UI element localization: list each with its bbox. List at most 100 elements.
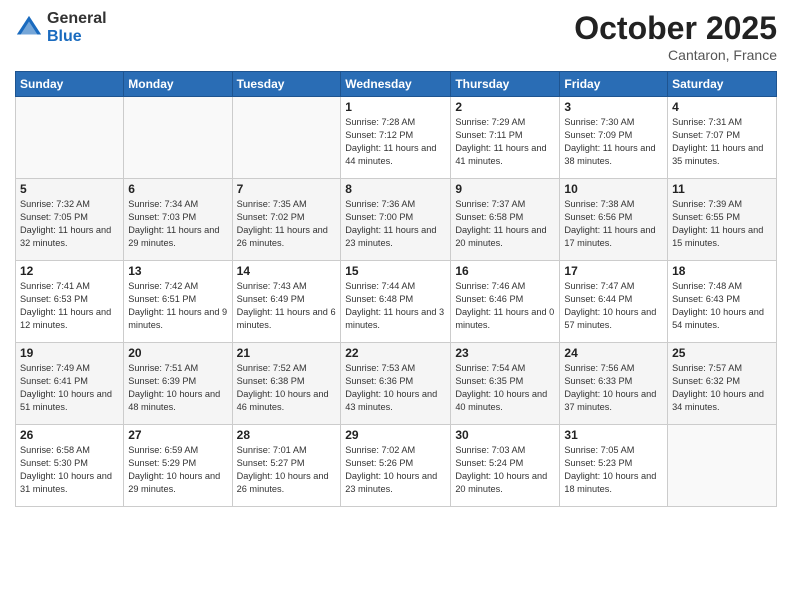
calendar-cell (232, 97, 341, 179)
day-number: 21 (237, 346, 337, 360)
calendar-cell: 28 Sunrise: 7:01 AM Sunset: 5:27 PM Dayli… (232, 425, 341, 507)
col-saturday: Saturday (668, 72, 777, 97)
calendar-cell: 3Sunrise: 7:30 AM Sunset: 7:09 PM Daylig… (560, 97, 668, 179)
day-info: Sunrise: 7:03 AM Sunset: 5:24 PM Dayligh… (455, 444, 555, 496)
calendar-cell: 31 Sunrise: 7:05 AM Sunset: 5:23 PM Dayli… (560, 425, 668, 507)
day-number: 25 (672, 346, 772, 360)
calendar-cell: 12 Sunrise: 7:41 AM Sunset: 6:53 PM Dayli… (16, 261, 124, 343)
calendar-cell (668, 425, 777, 507)
day-number: 17 (564, 264, 663, 278)
day-info: Sunrise: 7:39 AM Sunset: 6:55 PM Dayligh… (672, 198, 772, 250)
page: General Blue October 2025 Cantaron, Fran… (0, 0, 792, 612)
day-info: Sunrise: 7:49 AM Sunset: 6:41 PM Dayligh… (20, 362, 119, 414)
day-info: Sunrise: 7:02 AM Sunset: 5:26 PM Dayligh… (345, 444, 446, 496)
title-block: October 2025 Cantaron, France (574, 10, 777, 63)
calendar-cell: 26 Sunrise: 6:58 AM Sunset: 5:30 PM Dayli… (16, 425, 124, 507)
calendar-cell: 7 Sunrise: 7:35 AM Sunset: 7:02 PM Daylig… (232, 179, 341, 261)
logo-icon (15, 14, 43, 42)
calendar-cell: 9 Sunrise: 7:37 AM Sunset: 6:58 PM Daylig… (451, 179, 560, 261)
day-info: Sunrise: 7:37 AM Sunset: 6:58 PM Dayligh… (455, 198, 555, 250)
calendar-cell: 13 Sunrise: 7:42 AM Sunset: 6:51 PM Dayli… (124, 261, 232, 343)
calendar-cell: 5 Sunrise: 7:32 AM Sunset: 7:05 PM Daylig… (16, 179, 124, 261)
day-number: 5 (20, 182, 119, 196)
col-tuesday: Tuesday (232, 72, 341, 97)
calendar-cell: 1Sunrise: 7:28 AM Sunset: 7:12 PM Daylig… (341, 97, 451, 179)
day-number: 24 (564, 346, 663, 360)
header: General Blue October 2025 Cantaron, Fran… (15, 10, 777, 63)
day-info: Sunrise: 7:30 AM Sunset: 7:09 PM Dayligh… (564, 116, 663, 168)
calendar-cell: 4Sunrise: 7:31 AM Sunset: 7:07 PM Daylig… (668, 97, 777, 179)
calendar-cell: 11Sunrise: 7:39 AM Sunset: 6:55 PM Dayli… (668, 179, 777, 261)
day-number: 20 (128, 346, 227, 360)
day-number: 19 (20, 346, 119, 360)
day-info: Sunrise: 7:48 AM Sunset: 6:43 PM Dayligh… (672, 280, 772, 332)
calendar-cell: 14 Sunrise: 7:43 AM Sunset: 6:49 PM Dayli… (232, 261, 341, 343)
logo-text: General Blue (47, 10, 107, 45)
day-info: Sunrise: 7:46 AM Sunset: 6:46 PM Dayligh… (455, 280, 555, 332)
day-number: 16 (455, 264, 555, 278)
month-title: October 2025 (574, 10, 777, 47)
day-number: 26 (20, 428, 119, 442)
calendar-cell: 23 Sunrise: 7:54 AM Sunset: 6:35 PM Dayli… (451, 343, 560, 425)
col-thursday: Thursday (451, 72, 560, 97)
day-number: 28 (237, 428, 337, 442)
day-info: Sunrise: 7:34 AM Sunset: 7:03 PM Dayligh… (128, 198, 227, 250)
day-info: Sunrise: 7:54 AM Sunset: 6:35 PM Dayligh… (455, 362, 555, 414)
calendar-cell: 8 Sunrise: 7:36 AM Sunset: 7:00 PM Daylig… (341, 179, 451, 261)
day-number: 2 (455, 100, 555, 114)
day-number: 23 (455, 346, 555, 360)
day-info: Sunrise: 7:35 AM Sunset: 7:02 PM Dayligh… (237, 198, 337, 250)
col-sunday: Sunday (16, 72, 124, 97)
calendar-cell: 17Sunrise: 7:47 AM Sunset: 6:44 PM Dayli… (560, 261, 668, 343)
calendar-cell: 24Sunrise: 7:56 AM Sunset: 6:33 PM Dayli… (560, 343, 668, 425)
col-friday: Friday (560, 72, 668, 97)
day-info: Sunrise: 7:28 AM Sunset: 7:12 PM Dayligh… (345, 116, 446, 168)
day-number: 31 (564, 428, 663, 442)
day-info: Sunrise: 7:43 AM Sunset: 6:49 PM Dayligh… (237, 280, 337, 332)
day-info: Sunrise: 7:57 AM Sunset: 6:32 PM Dayligh… (672, 362, 772, 414)
calendar-cell: 21 Sunrise: 7:52 AM Sunset: 6:38 PM Dayli… (232, 343, 341, 425)
calendar-cell: 25 Sunrise: 7:57 AM Sunset: 6:32 PM Dayli… (668, 343, 777, 425)
day-info: Sunrise: 6:58 AM Sunset: 5:30 PM Dayligh… (20, 444, 119, 496)
day-number: 10 (564, 182, 663, 196)
day-number: 12 (20, 264, 119, 278)
logo-general-text: General (47, 10, 107, 28)
day-info: Sunrise: 7:53 AM Sunset: 6:36 PM Dayligh… (345, 362, 446, 414)
day-number: 13 (128, 264, 227, 278)
day-number: 29 (345, 428, 446, 442)
calendar-table: Sunday Monday Tuesday Wednesday Thursday… (15, 71, 777, 507)
location-subtitle: Cantaron, France (574, 47, 777, 63)
calendar-header-row: Sunday Monday Tuesday Wednesday Thursday… (16, 72, 777, 97)
calendar-week-row: 19 Sunrise: 7:49 AM Sunset: 6:41 PM Dayli… (16, 343, 777, 425)
logo-blue-text: Blue (47, 28, 107, 46)
day-number: 22 (345, 346, 446, 360)
calendar-cell: 29 Sunrise: 7:02 AM Sunset: 5:26 PM Dayli… (341, 425, 451, 507)
day-info: Sunrise: 7:42 AM Sunset: 6:51 PM Dayligh… (128, 280, 227, 332)
day-number: 14 (237, 264, 337, 278)
calendar-cell: 10Sunrise: 7:38 AM Sunset: 6:56 PM Dayli… (560, 179, 668, 261)
day-number: 18 (672, 264, 772, 278)
day-number: 30 (455, 428, 555, 442)
day-info: Sunrise: 7:32 AM Sunset: 7:05 PM Dayligh… (20, 198, 119, 250)
day-info: Sunrise: 7:01 AM Sunset: 5:27 PM Dayligh… (237, 444, 337, 496)
day-info: Sunrise: 7:52 AM Sunset: 6:38 PM Dayligh… (237, 362, 337, 414)
calendar-cell: 16 Sunrise: 7:46 AM Sunset: 6:46 PM Dayli… (451, 261, 560, 343)
col-wednesday: Wednesday (341, 72, 451, 97)
day-info: Sunrise: 7:05 AM Sunset: 5:23 PM Dayligh… (564, 444, 663, 496)
day-info: Sunrise: 7:44 AM Sunset: 6:48 PM Dayligh… (345, 280, 446, 332)
day-info: Sunrise: 7:29 AM Sunset: 7:11 PM Dayligh… (455, 116, 555, 168)
col-monday: Monday (124, 72, 232, 97)
calendar-week-row: 12 Sunrise: 7:41 AM Sunset: 6:53 PM Dayli… (16, 261, 777, 343)
day-number: 7 (237, 182, 337, 196)
day-number: 8 (345, 182, 446, 196)
calendar-cell: 19 Sunrise: 7:49 AM Sunset: 6:41 PM Dayli… (16, 343, 124, 425)
calendar-week-row: 1Sunrise: 7:28 AM Sunset: 7:12 PM Daylig… (16, 97, 777, 179)
calendar-cell: 6Sunrise: 7:34 AM Sunset: 7:03 PM Daylig… (124, 179, 232, 261)
day-info: Sunrise: 7:51 AM Sunset: 6:39 PM Dayligh… (128, 362, 227, 414)
day-number: 27 (128, 428, 227, 442)
day-info: Sunrise: 7:36 AM Sunset: 7:00 PM Dayligh… (345, 198, 446, 250)
calendar-cell: 20 Sunrise: 7:51 AM Sunset: 6:39 PM Dayli… (124, 343, 232, 425)
day-number: 9 (455, 182, 555, 196)
day-info: Sunrise: 7:41 AM Sunset: 6:53 PM Dayligh… (20, 280, 119, 332)
day-number: 4 (672, 100, 772, 114)
